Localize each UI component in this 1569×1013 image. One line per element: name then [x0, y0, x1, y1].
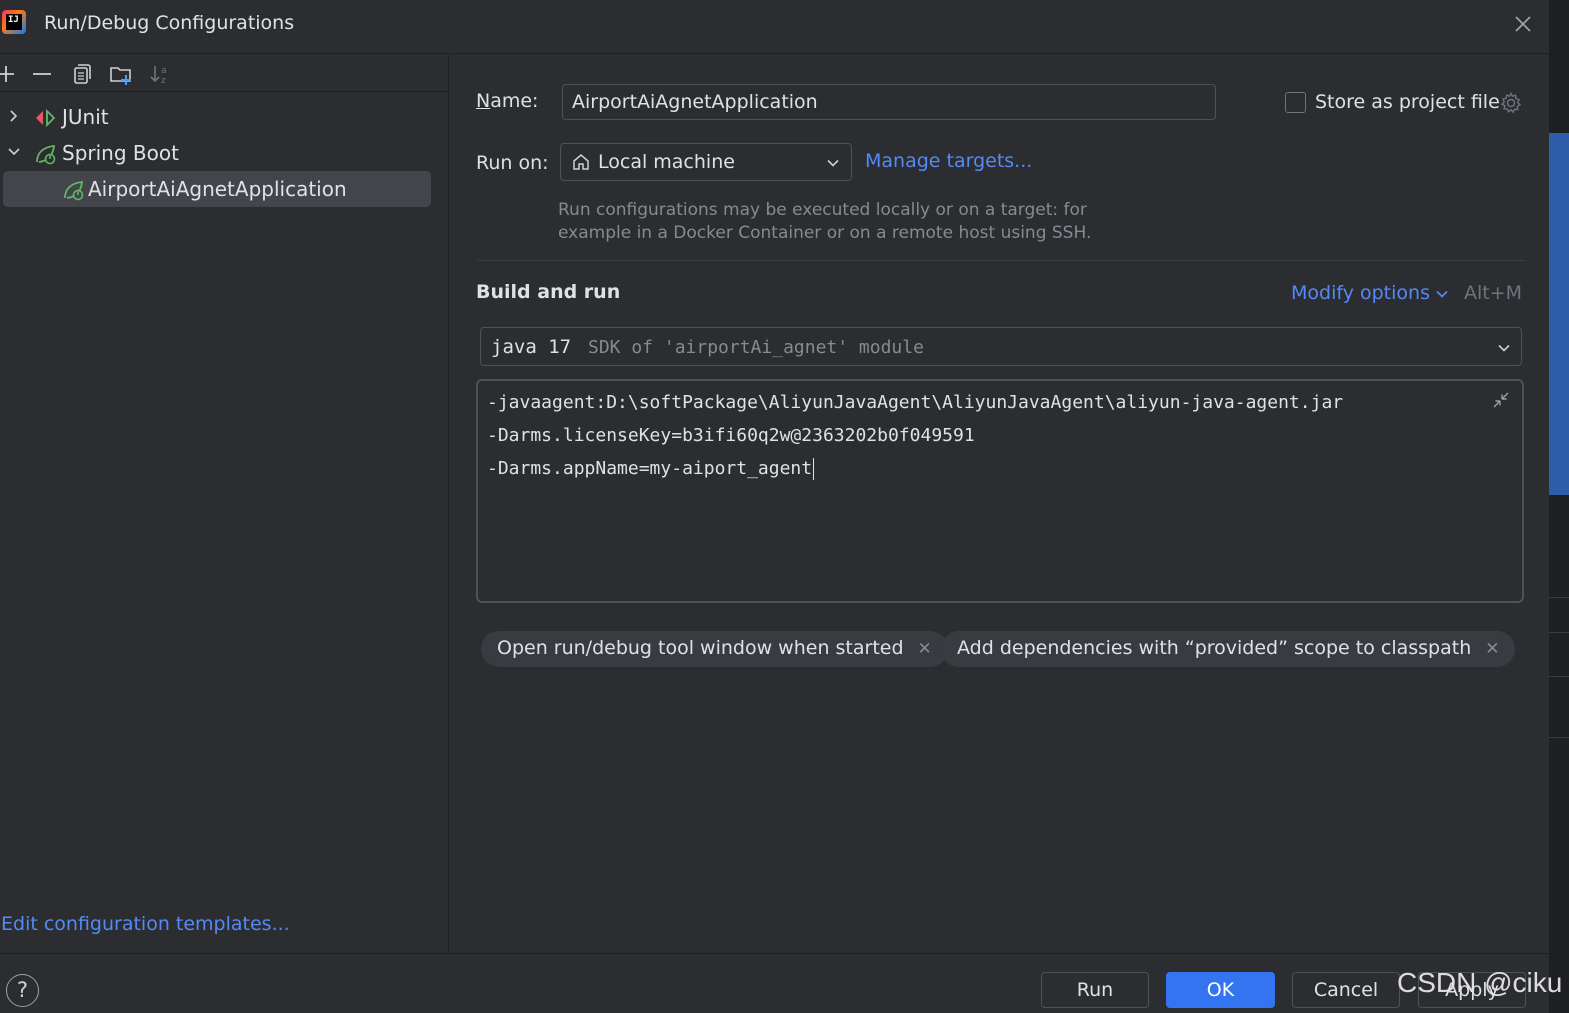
- run-on-value: Local machine: [598, 151, 735, 173]
- name-label-rest: ame:: [490, 90, 539, 112]
- junit-icon: [36, 108, 56, 128]
- run-debug-dialog: IJ Run/Debug Configurations a z JUnit Sp…: [0, 0, 1549, 1013]
- remove-icon[interactable]: [30, 62, 54, 86]
- background-accent: [1549, 133, 1569, 495]
- home-icon: [573, 154, 589, 170]
- chevron-down-icon: [827, 159, 839, 167]
- chip-label: Open run/debug tool window when started: [497, 637, 904, 659]
- vm-option-line-last: -Darms.appName=my-aiport_agent: [487, 458, 815, 480]
- jdk-version: java 17: [491, 336, 572, 358]
- store-as-project-file-label[interactable]: Store as project file: [1315, 91, 1500, 113]
- name-input[interactable]: [562, 84, 1216, 120]
- store-as-project-file-checkbox[interactable]: [1285, 92, 1306, 113]
- configurations-sidebar: a z JUnit Spring Boot AirportAiAgnetAppl…: [0, 55, 449, 953]
- svg-text:a: a: [161, 66, 167, 76]
- watermark: CSDN @ciku: [1397, 967, 1563, 998]
- divider: [1549, 632, 1569, 633]
- divider: [1549, 676, 1569, 677]
- vm-option-line: -javaagent:D:\softPackage\AliyunJavaAgen…: [487, 392, 1344, 413]
- run-button[interactable]: Run: [1041, 972, 1149, 1008]
- tree-item-junit[interactable]: JUnit: [0, 99, 440, 135]
- build-and-run-heading: Build and run: [476, 281, 621, 303]
- spring-boot-icon: [36, 144, 56, 165]
- spring-boot-app-icon: [64, 180, 84, 201]
- divider: [1549, 597, 1569, 598]
- title-bar: IJ Run/Debug Configurations: [0, 0, 1549, 54]
- vm-option-text: -Darms.appName=my-aiport_agent: [487, 458, 813, 479]
- chevron-down-icon[interactable]: [6, 144, 22, 160]
- modify-options-shortcut: Alt+M: [1464, 282, 1523, 304]
- ok-button[interactable]: OK: [1166, 972, 1275, 1008]
- chevron-right-icon[interactable]: [6, 108, 22, 124]
- chevron-down-icon: [1498, 344, 1510, 352]
- modify-options-link[interactable]: Modify options: [1291, 282, 1430, 304]
- hint-line: example in a Docker Container or on a re…: [558, 223, 1092, 243]
- chip-label: Add dependencies with “provided” scope t…: [957, 637, 1472, 659]
- section-divider: [476, 260, 1526, 261]
- run-on-select[interactable]: Local machine: [560, 143, 852, 181]
- edit-configuration-templates-link[interactable]: Edit configuration templates...: [1, 913, 290, 935]
- dialog-title: Run/Debug Configurations: [44, 12, 295, 34]
- vm-option-line: -Darms.licenseKey=b3ifi60q2w@2363202b0f0…: [487, 425, 975, 446]
- hint-line: Run configurations may be executed local…: [558, 200, 1087, 220]
- sidebar-toolbar: a z: [0, 55, 449, 92]
- copy-icon[interactable]: [70, 62, 94, 86]
- cancel-button[interactable]: Cancel: [1292, 972, 1400, 1008]
- run-on-hint: Run configurations may be executed local…: [558, 199, 1138, 245]
- tree-item-label: AirportAiAgnetApplication: [88, 177, 347, 201]
- close-icon[interactable]: ✕: [918, 639, 932, 659]
- text-caret: [813, 458, 815, 480]
- background-window-edge: [1549, 0, 1569, 1013]
- jdk-description: SDK of 'airportAi_agnet' module: [588, 337, 924, 358]
- manage-targets-link[interactable]: Manage targets...: [865, 150, 1032, 172]
- tree-item-airport-app[interactable]: AirportAiAgnetApplication: [3, 171, 431, 207]
- option-chip-provided-scope[interactable]: Add dependencies with “provided” scope t…: [941, 631, 1516, 667]
- dialog-footer: ? Run OK Cancel Apply: [0, 953, 1549, 1013]
- close-icon[interactable]: ✕: [1485, 639, 1499, 659]
- tree-item-label: JUnit: [62, 105, 109, 129]
- sort-icon[interactable]: a z: [149, 62, 173, 86]
- add-icon[interactable]: [0, 62, 18, 86]
- intellij-logo-icon: IJ: [2, 10, 26, 34]
- run-on-label: Run on:: [476, 152, 549, 174]
- new-folder-icon[interactable]: [109, 62, 133, 86]
- gear-icon[interactable]: [1499, 91, 1523, 115]
- collapse-icon[interactable]: [1490, 389, 1512, 411]
- divider: [1549, 737, 1569, 738]
- name-label-mnemonic: N: [476, 90, 491, 112]
- help-button[interactable]: ?: [6, 974, 39, 1007]
- close-icon[interactable]: [1510, 11, 1536, 37]
- name-label: Name:: [476, 90, 538, 112]
- tree-item-spring-boot[interactable]: Spring Boot: [0, 135, 440, 171]
- option-chip-open-tool-window[interactable]: Open run/debug tool window when started ✕: [481, 631, 948, 667]
- configuration-editor: Name: Store as project file Run on: Loca…: [450, 55, 1549, 953]
- jdk-select[interactable]: java 17 SDK of 'airportAi_agnet' module: [480, 327, 1522, 366]
- svg-text:z: z: [161, 76, 166, 86]
- chevron-down-icon[interactable]: [1434, 286, 1450, 302]
- tree-item-label: Spring Boot: [62, 141, 179, 165]
- vm-options-textarea[interactable]: -javaagent:D:\softPackage\AliyunJavaAgen…: [476, 379, 1524, 603]
